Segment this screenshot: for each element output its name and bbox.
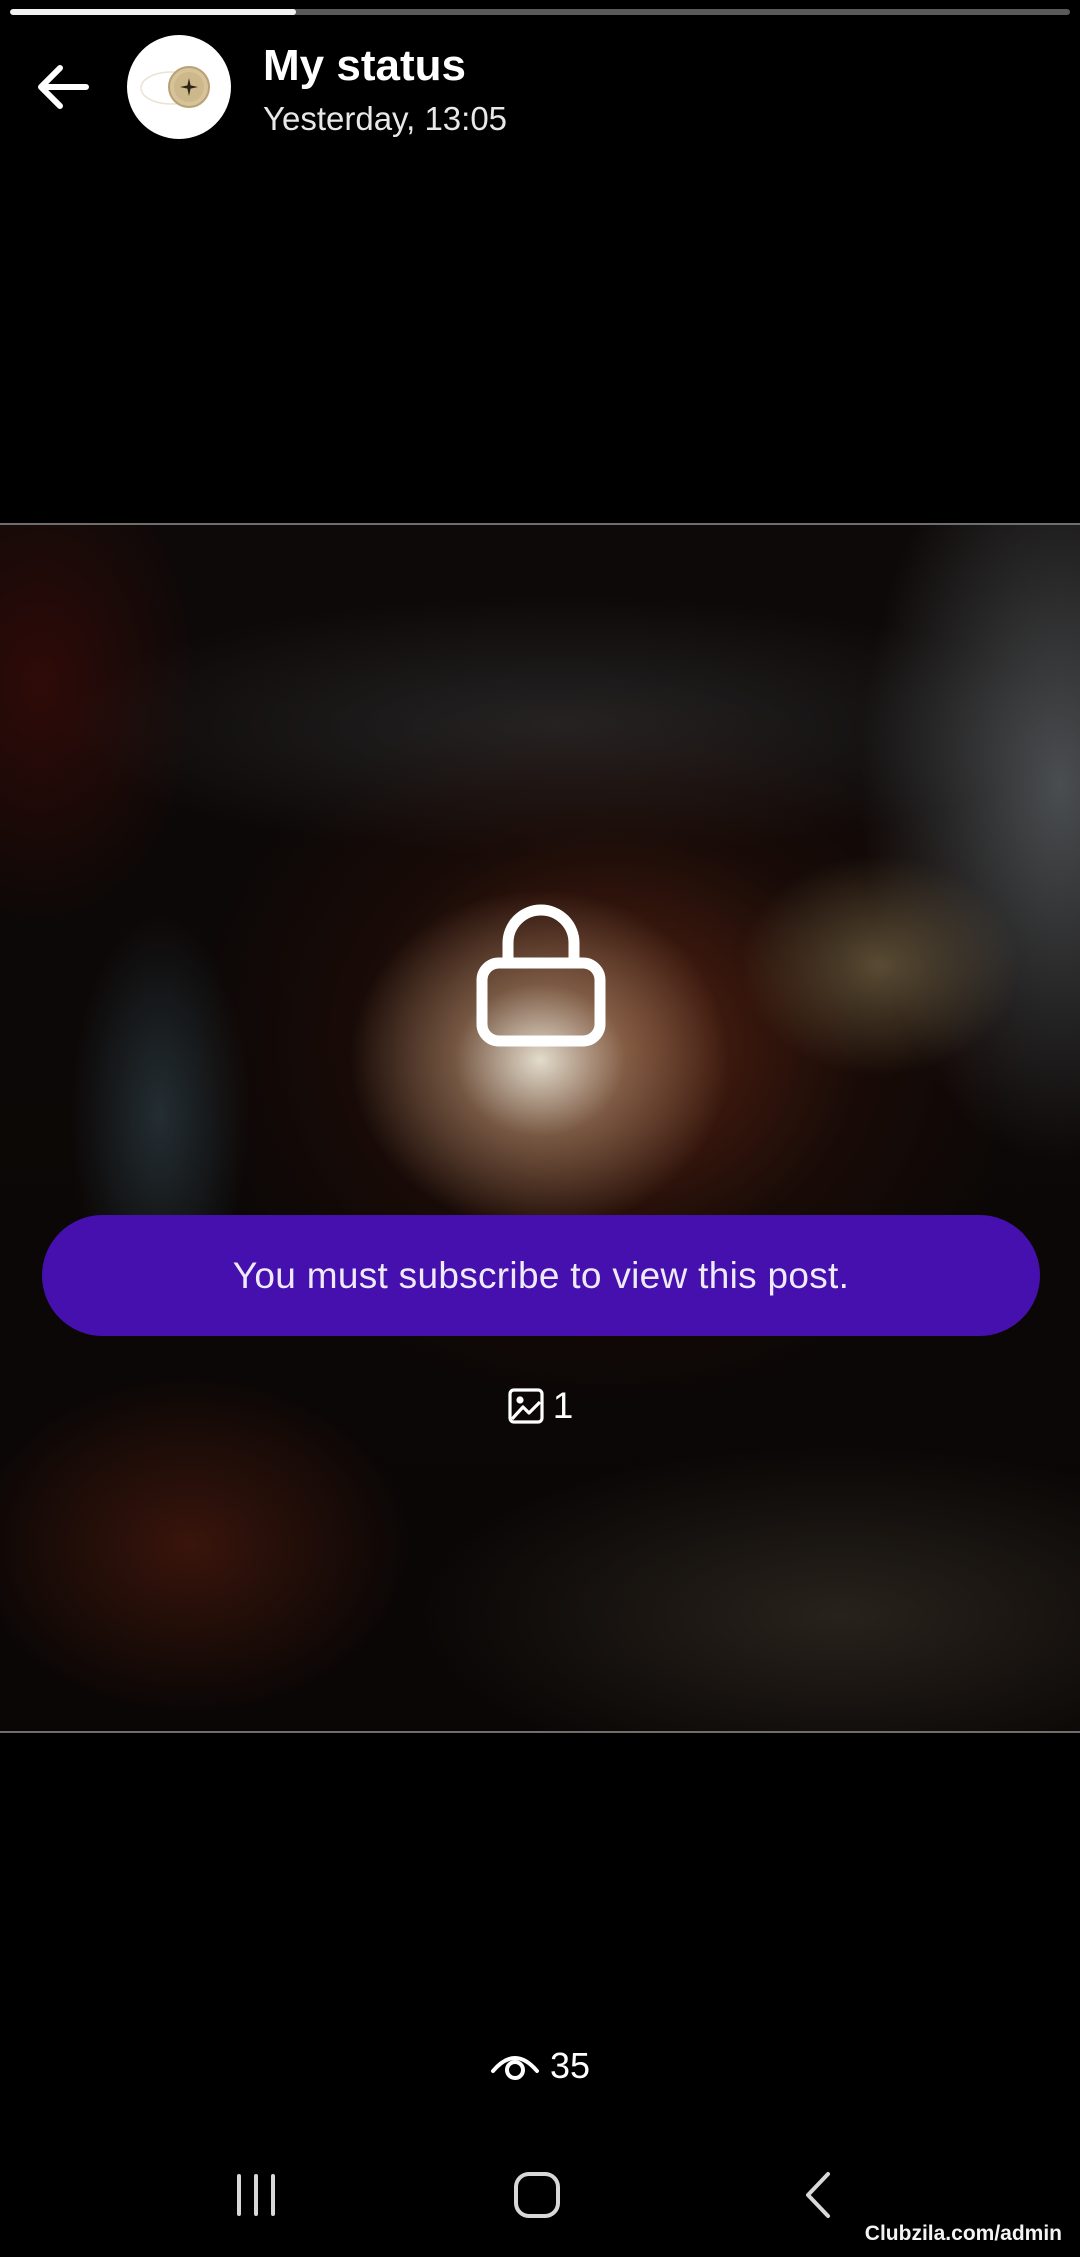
locked-media: You must subscribe to view this post. 1 [0, 523, 1080, 1733]
recents-icon [237, 2174, 275, 2216]
watermark: Clubzila.com/admin [864, 2222, 1062, 2245]
views-counter[interactable]: 35 [0, 2045, 1080, 2087]
page-title: My status [263, 41, 466, 90]
status-progress-fill [10, 9, 297, 15]
avatar[interactable] [127, 35, 231, 139]
back-button[interactable] [30, 55, 94, 119]
back-chevron-icon [806, 2172, 830, 2218]
status-timestamp: Yesterday, 13:05 [263, 100, 508, 137]
lock-icon [476, 904, 606, 1047]
nav-back-button[interactable] [778, 2160, 858, 2230]
views-count: 35 [549, 2045, 591, 2086]
subscribe-button[interactable]: You must subscribe to view this post. [42, 1215, 1040, 1336]
status-progress-bar [10, 9, 1070, 15]
media-count: 1 [0, 1385, 1080, 1427]
eye-icon [490, 2056, 539, 2080]
image-icon [508, 1388, 544, 1424]
recents-button[interactable] [216, 2160, 296, 2230]
home-icon [514, 2172, 560, 2218]
home-button[interactable] [497, 2160, 577, 2230]
image-count: 1 [552, 1385, 574, 1426]
compass-star-logo [140, 66, 210, 108]
arrow-left-icon [38, 65, 89, 109]
